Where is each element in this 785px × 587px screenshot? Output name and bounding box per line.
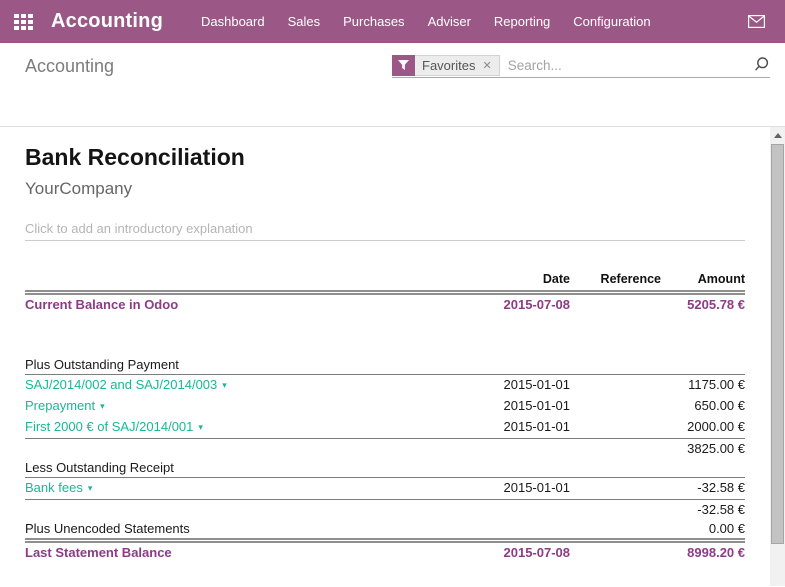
report-title: Bank Reconciliation [25,127,745,169]
journal-entry-link[interactable]: Prepayment▾ [25,398,105,413]
journal-entry-link[interactable]: SAJ/2014/002 and SAJ/2014/003▾ [25,377,227,392]
main-menu: Dashboard Sales Purchases Adviser Report… [201,14,651,29]
bank-reconciliation-report: Bank Reconciliation YourCompany Click to… [25,127,745,562]
breadcrumb[interactable]: Accounting [25,56,114,77]
table-header-row: Date Reference Amount [25,272,745,293]
column-header-reference: Reference [570,272,661,293]
app-title: Accounting [51,10,163,33]
scrollbar-thumb[interactable] [771,144,784,544]
chevron-down-icon: ▾ [100,401,105,411]
journal-entry-link[interactable]: First 2000 € of SAJ/2014/001▾ [25,419,203,434]
search-input[interactable] [504,58,753,73]
search-facet-favorites[interactable]: Favorites ✕ [392,55,500,76]
vertical-scrollbar[interactable] [770,127,785,586]
content-area: Bank Reconciliation YourCompany Click to… [0,127,785,586]
row-less-outstanding-receipt: Less Outstanding Receipt [25,458,745,478]
row-current-balance: Current Balance in Odoo 2015-07-08 5205.… [25,293,745,315]
column-header-empty [25,272,450,293]
messages-envelope-icon[interactable] [748,15,765,28]
row-payment-1: SAJ/2014/002 and SAJ/2014/003▾ 2015-01-0… [25,375,745,397]
remove-facet-icon[interactable]: ✕ [482,59,491,72]
spacer-row [25,314,745,355]
journal-entry-link[interactable]: Bank fees▾ [25,480,92,495]
scrollbar-up-arrow[interactable] [770,127,785,143]
chevron-down-icon: ▾ [88,483,93,493]
chevron-down-icon: ▾ [198,422,203,432]
nav-item-dashboard[interactable]: Dashboard [201,14,265,29]
nav-item-reporting[interactable]: Reporting [494,14,550,29]
row-receipt-1: Bank fees▾ 2015-01-01 -32.58 € [25,478,745,500]
row-plus-outstanding-payment: Plus Outstanding Payment [25,355,745,375]
column-header-date: Date [450,272,570,293]
row-receipt-subtotal: -32.58 € [25,500,745,520]
nav-item-purchases[interactable]: Purchases [343,14,404,29]
search-magnifier-icon[interactable] [753,56,770,75]
row-last-statement-balance: Last Statement Balance 2015-07-08 8998.2… [25,541,745,563]
search-view: Favorites ✕ [392,53,770,78]
row-payment-subtotal: 3825.00 € [25,439,745,459]
nav-item-configuration[interactable]: Configuration [573,14,650,29]
column-header-amount: Amount [661,272,745,293]
intro-placeholder[interactable]: Click to add an introductory explanation [25,221,745,241]
nav-item-sales[interactable]: Sales [288,14,321,29]
top-navbar: Accounting Dashboard Sales Purchases Adv… [0,0,785,43]
row-payment-3: First 2000 € of SAJ/2014/001▾ 2015-01-01… [25,417,745,439]
chevron-down-icon: ▾ [222,380,227,390]
apps-menu-icon[interactable] [14,14,33,30]
report-company: YourCompany [25,180,745,198]
nav-item-adviser[interactable]: Adviser [428,14,471,29]
control-panel: Accounting Favorites ✕ [0,43,785,127]
row-plus-unencoded-statements: Plus Unencoded Statements 0.00 € [25,519,745,541]
row-payment-2: Prepayment▾ 2015-01-01 650.00 € [25,396,745,417]
filter-funnel-icon [392,55,415,76]
reconciliation-table: Date Reference Amount Current Balance in… [25,272,745,562]
facet-label: Favorites [422,58,475,73]
